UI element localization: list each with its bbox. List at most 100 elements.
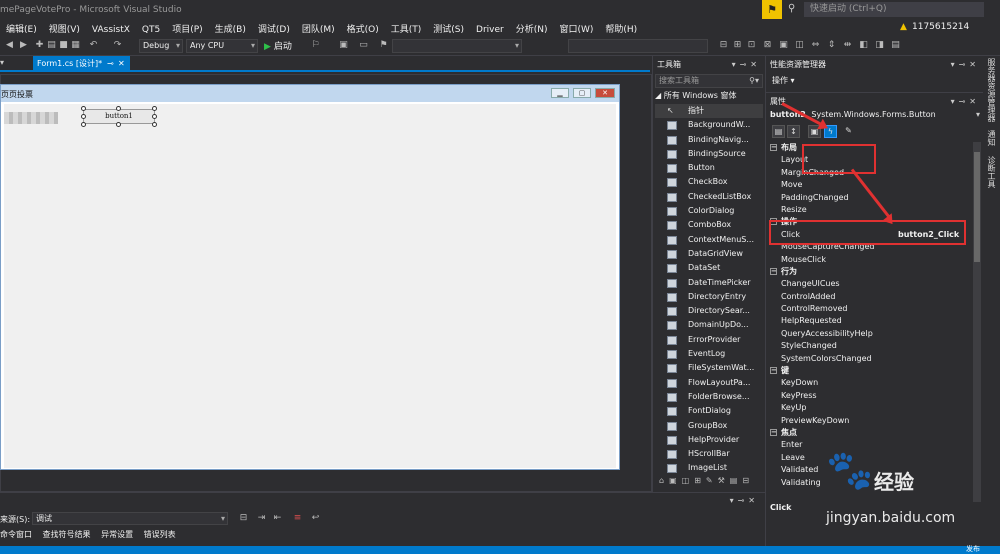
close-icon[interactable]: ✕ xyxy=(118,56,125,71)
toolbox-item[interactable]: DataGridView xyxy=(655,247,763,261)
toolbox-item[interactable]: Button xyxy=(655,161,763,175)
feedback-flag-icon[interactable]: ⚑ xyxy=(762,0,782,19)
comment-icon[interactable]: ▭ xyxy=(358,40,369,51)
property-row[interactable]: KeyDown xyxy=(768,377,973,389)
make-same-size-icon[interactable]: ▣ xyxy=(778,40,789,51)
toolbox-item[interactable]: DirectorySear... xyxy=(655,304,763,318)
property-category[interactable]: − 焦点 xyxy=(768,427,973,439)
publish-icon[interactable]: ▣ xyxy=(338,40,349,51)
vertical-spacing-icon[interactable]: ⇕ xyxy=(826,40,837,51)
resize-handle[interactable] xyxy=(81,114,86,119)
panel-controls-icon[interactable]: ▾⊸✕ xyxy=(951,93,980,110)
panel-controls-icon[interactable]: ▾⊸✕ xyxy=(730,496,759,505)
toolbox-item[interactable]: HScrollBar xyxy=(655,447,763,461)
property-category[interactable]: − 行为 xyxy=(768,266,973,278)
toolbox-search-input[interactable]: 搜索工具箱 ⚲▾ xyxy=(655,74,763,88)
perf-action-menu[interactable]: 操作 ▾ xyxy=(772,75,795,86)
alphabetical-icon[interactable]: ↕ xyxy=(787,125,800,138)
property-row[interactable]: ControlAdded xyxy=(768,291,973,303)
align-right-icon[interactable]: ⊡ xyxy=(746,40,757,51)
status-publish[interactable]: 发布 xyxy=(966,544,980,554)
property-row[interactable]: ChangeUICues xyxy=(768,278,973,290)
collapse-icon[interactable]: − xyxy=(770,267,777,275)
toolbox-item[interactable]: GroupBox xyxy=(655,419,763,433)
align-top-icon[interactable]: ⊠ xyxy=(762,40,773,51)
scrollbar-thumb[interactable] xyxy=(974,152,980,262)
collapse-icon[interactable]: − xyxy=(770,428,777,436)
user-account[interactable]: 1175615214 xyxy=(912,22,969,32)
resize-handle[interactable] xyxy=(152,122,157,127)
spacing-icon[interactable]: ⇔ xyxy=(810,40,821,51)
form-body[interactable]: button1 xyxy=(4,104,616,468)
redo-icon[interactable]: ↷ xyxy=(112,40,123,51)
browser-link-icon[interactable]: ⚐ xyxy=(310,40,321,51)
toolbox-item[interactable]: FontDialog xyxy=(655,404,763,418)
property-category[interactable]: − 键 xyxy=(768,365,973,377)
outdent-icon[interactable]: ⇤ xyxy=(272,513,283,524)
toolbox-item[interactable]: FileSystemWat... xyxy=(655,361,763,375)
resize-handle[interactable] xyxy=(152,106,157,111)
property-row[interactable]: MouseClick xyxy=(768,254,973,266)
size-to-grid-icon[interactable]: ◫ xyxy=(794,40,805,51)
property-row[interactable]: QueryAccessibilityHelp xyxy=(768,328,973,340)
property-row[interactable]: StyleChanged xyxy=(768,340,973,352)
bottom-tab-find-symbol[interactable]: 查找符号结果 xyxy=(43,530,91,539)
toolbox-item[interactable]: FolderBrowse... xyxy=(655,390,763,404)
toolbox-item[interactable]: HelpProvider xyxy=(655,433,763,447)
undo-icon[interactable]: ↶ xyxy=(88,40,99,51)
back-icon[interactable]: ◀ xyxy=(4,40,15,51)
collapse-icon[interactable]: − xyxy=(770,144,777,151)
toolbox-item[interactable]: EventLog xyxy=(655,347,763,361)
tab-order-icon[interactable]: ▤ xyxy=(890,40,901,51)
save-all-icon[interactable]: ▦ xyxy=(70,40,81,51)
find-combo[interactable] xyxy=(568,39,708,53)
toolbox-item[interactable]: ErrorProvider xyxy=(655,333,763,347)
toolbox-category[interactable]: ◢ 所有 Windows 窗体 xyxy=(655,90,763,101)
bottom-tab-command[interactable]: 命令窗口 xyxy=(0,530,32,539)
side-tab-diagnostic-tools[interactable]: 诊断工具 xyxy=(986,156,997,188)
toolbox-bottom-tabs[interactable]: ⌂▣◫⊞✎⚒▤⊟ xyxy=(653,476,765,490)
bring-front-icon[interactable]: ◧ xyxy=(858,40,869,51)
form-window[interactable]: 页页投票 ▁ ▢ ✕ button1 xyxy=(0,84,620,470)
bookmark-icon[interactable]: ⚑ xyxy=(378,40,389,51)
start-button[interactable]: ▶ 启动 xyxy=(264,39,292,52)
align-center-icon[interactable]: ⊞ xyxy=(732,40,743,51)
toolbox-item[interactable]: BindingNavig... xyxy=(655,133,763,147)
bottom-tab-exception-settings[interactable]: 异常设置 xyxy=(101,530,133,539)
resize-handle[interactable] xyxy=(116,106,121,111)
toolbox-item[interactable]: BackgroundW... xyxy=(655,118,763,132)
solution-select[interactable]: ▾ xyxy=(392,39,522,53)
toolbox-item[interactable]: DataSet xyxy=(655,261,763,275)
toolbox-item[interactable]: DirectoryEntry xyxy=(655,290,763,304)
toolbox-item[interactable]: DateTimePicker xyxy=(655,276,763,290)
toolbox-item[interactable]: ↖ 指针 xyxy=(655,104,763,119)
pin-icon[interactable]: ⊸ xyxy=(107,56,114,71)
toolbox-item[interactable]: ImageList xyxy=(655,461,763,475)
toolbox-item[interactable]: ColorDialog xyxy=(655,204,763,218)
resize-handle[interactable] xyxy=(81,106,86,111)
collapse-icon[interactable]: − xyxy=(770,367,777,375)
panel-controls-icon[interactable]: ▾⊸✕ xyxy=(951,56,980,73)
config-select[interactable]: Debug ▾ xyxy=(139,39,183,53)
toolbox-item[interactable]: ContextMenuS... xyxy=(655,233,763,247)
toolbox-item[interactable]: BindingSource xyxy=(655,147,763,161)
indent-icon[interactable]: ⇥ xyxy=(256,513,267,524)
toolbox-item[interactable]: DomainUpDo... xyxy=(655,318,763,332)
toolbox-item[interactable]: CheckedListBox xyxy=(655,190,763,204)
resize-handle[interactable] xyxy=(81,122,86,127)
open-icon[interactable]: ▤ xyxy=(46,40,57,51)
center-horizontal-icon[interactable]: ⇹ xyxy=(842,40,853,51)
property-row[interactable]: HelpRequested xyxy=(768,315,973,327)
toolbox-item[interactable]: ComboBox xyxy=(655,218,763,232)
new-project-icon[interactable]: ✚ xyxy=(34,40,45,51)
tab-form1-designer[interactable]: Form1.cs [设计]* ⊸ ✕ xyxy=(33,56,130,71)
save-icon[interactable]: ■ xyxy=(58,40,69,51)
word-wrap-icon[interactable]: ↩ xyxy=(310,513,321,524)
property-row[interactable]: KeyPress xyxy=(768,390,973,402)
source-select[interactable]: 调试 ▾ xyxy=(32,512,228,525)
toolbox-item[interactable]: CheckBox xyxy=(655,175,763,189)
property-row[interactable]: SystemColorsChanged xyxy=(768,353,973,365)
side-tab-server-explorer[interactable]: 服务器资源管理器 xyxy=(986,58,997,122)
side-tab-notifications[interactable]: 通知 xyxy=(986,130,997,146)
send-back-icon[interactable]: ◨ xyxy=(874,40,885,51)
